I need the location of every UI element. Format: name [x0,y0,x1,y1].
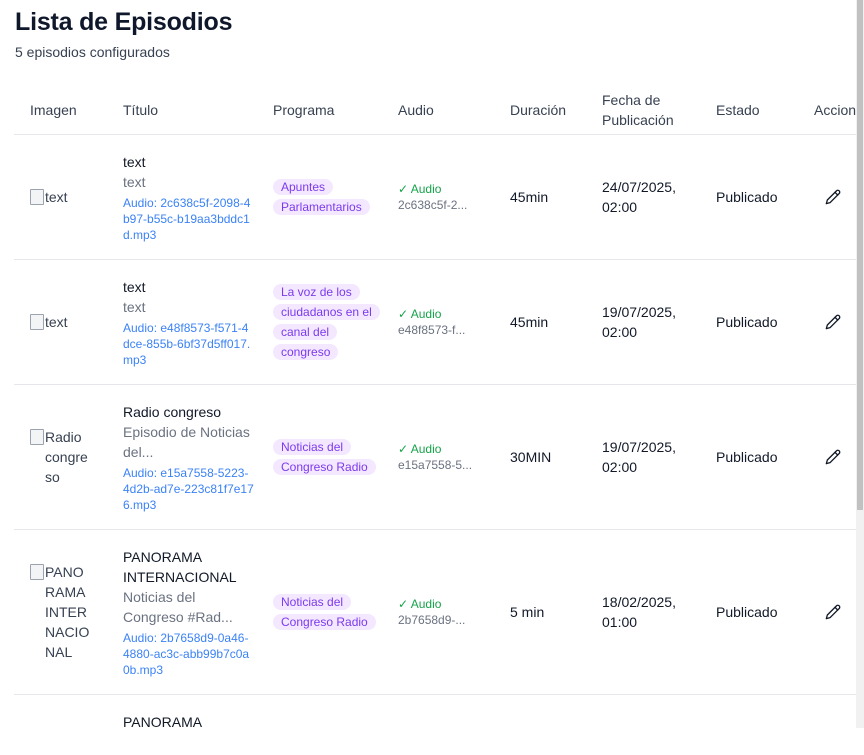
vertical-scrollbar[interactable] [856,0,864,728]
episode-title-block: text text Audio: e48f8573-f571-4dce-855b… [123,277,255,368]
table-row: Radio congreso Radio congreso Episodio d… [14,385,856,530]
episode-description: text [123,298,146,315]
pencil-icon [825,449,841,465]
column-header-image: Imagen [30,102,77,118]
episode-title: PANORAMA INTERNACIONAL [123,548,237,585]
pencil-icon [825,189,841,205]
episode-audio-file: Audio: e15a7558-5223-4d2b-ad7e-223c81f7e… [123,465,254,512]
episode-audio-file: Audio: 2c638c5f-2098-4b97-b55c-b19aa3bdd… [123,195,251,242]
episode-audio-file: Audio: 2b7658d9-0a46-4880-ac3c-abb99b7c0… [123,630,250,677]
audio-info: ✓ Audio e15a7558-5... [398,441,472,473]
table-row: PANORAMA [14,695,856,755]
episode-description: text [123,173,146,190]
broken-image-icon [30,564,44,580]
episode-image: PANORAMA INTERNACIONAL [30,562,90,662]
broken-image-icon [30,314,44,330]
program-badge: Noticias del Congreso Radio [273,592,383,632]
episode-image: text [30,312,90,332]
episode-image: text [30,187,90,207]
audio-status: ✓ Audio [398,597,442,611]
episode-title: text [123,278,146,295]
program-badge: La voz de los ciudadanos en el canal del… [273,282,383,362]
audio-info: ✓ Audio e48f8573-f... [398,306,465,338]
episode-date: 19/07/2025, 02:00 [602,439,676,475]
episodes-table: Imagen Título Programa Audio Duración Fe… [14,86,856,755]
column-header-state: Estado [716,102,760,118]
audio-status: ✓ Audio [398,442,442,456]
audio-id: e48f8573-f... [398,323,466,337]
episode-state: Publicado [716,449,778,465]
column-header-duration: Duración [510,102,567,118]
episode-title: PANORAMA [123,714,203,730]
program-badge: Noticias del Congreso Radio [273,437,383,477]
edit-episode-button[interactable] [822,446,844,468]
episode-description: Episodio de Noticias del... [123,423,250,460]
column-header-program: Programa [273,102,335,118]
episode-duration: 30MIN [510,449,552,465]
column-header-audio: Audio [398,102,434,118]
pencil-icon [825,604,841,620]
program-badge: Apuntes Parlamentarios [273,177,383,217]
audio-info: ✓ Audio 2b7658d9-... [398,596,465,628]
page-subtitle: 5 episodios configurados [15,44,170,60]
episode-title-block: PANORAMA INTERNACIONAL Noticias del Cong… [123,547,255,678]
column-header-date: Fecha de Publicación [602,92,674,128]
broken-image-icon [30,429,44,445]
audio-status: ✓ Audio [398,182,442,196]
episode-title: text [123,153,146,170]
episode-duration: 45min [510,189,549,205]
table-header: Imagen Título Programa Audio Duración Fe… [14,86,856,135]
episode-duration: 5 min [510,604,545,620]
episode-audio-file: Audio: e48f8573-f571-4dce-855b-6bf37d5ff… [123,320,251,367]
audio-status: ✓ Audio [398,307,442,321]
edit-episode-button[interactable] [822,311,844,333]
episode-title: Radio congreso [123,403,222,420]
episode-title-block: text text Audio: 2c638c5f-2098-4b97-b55c… [123,152,255,243]
broken-image-icon [30,189,44,205]
table-row: text text text Audio: 2c638c5f-2098-4b97… [14,135,856,260]
episode-duration: 45min [510,314,549,330]
edit-episode-button[interactable] [822,601,844,623]
audio-id: 2b7658d9-... [398,613,466,627]
scrollbar-thumb[interactable] [857,0,863,510]
episode-date: 24/07/2025, 02:00 [602,179,676,215]
episode-state: Publicado [716,189,778,205]
audio-info: ✓ Audio 2c638c5f-2... [398,181,467,213]
page-header: Lista de Episodios 5 episodios configura… [15,8,232,60]
episode-image: Radio congreso [30,427,90,487]
page-title: Lista de Episodios [15,8,233,36]
episode-date: 18/02/2025, 01:00 [602,594,676,630]
audio-id: e15a7558-5... [398,458,473,472]
table-row: text text text Audio: e48f8573-f571-4dce… [14,260,856,385]
episode-date: 19/07/2025, 02:00 [602,304,676,340]
column-header-title: Título [123,102,159,118]
edit-episode-button[interactable] [822,186,844,208]
episode-description: Noticias del Congreso #Rad... [123,588,233,625]
episode-title-block: Radio congreso Episodio de Noticias del.… [123,402,255,513]
episode-state: Publicado [716,604,778,620]
audio-id: 2c638c5f-2... [398,198,468,212]
episode-state: Publicado [716,314,778,330]
column-header-actions: Acciones [814,102,856,118]
table-row: PANORAMA INTERNACIONAL PANORAMA INTERNAC… [14,530,856,695]
pencil-icon [825,314,841,330]
